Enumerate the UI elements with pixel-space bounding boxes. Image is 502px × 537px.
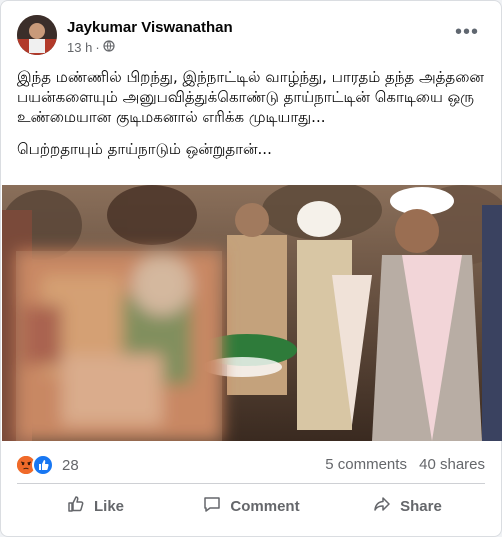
like-icon [32, 454, 54, 476]
share-label: Share [400, 497, 442, 515]
comment-button[interactable]: Comment [173, 488, 329, 524]
share-button[interactable]: Share [329, 488, 485, 524]
like-button[interactable]: Like [17, 488, 173, 524]
like-label: Like [93, 497, 124, 515]
author-name[interactable]: Jaykumar Viswanathan [67, 19, 233, 36]
more-options-icon[interactable]: ••• [455, 22, 479, 42]
divider [17, 483, 485, 484]
engagement-stats: 5 comments 40 shares [317, 456, 485, 473]
post-paragraph-1: இந்த மண்ணில் பிறந்து, இந்நாட்டில் வாழ்ந்… [17, 68, 484, 126]
comment-icon [202, 494, 222, 518]
post-paragraph-2: பெற்றதாயும் தாய்நாடும் ஒன்றுதான்... [17, 140, 272, 158]
reaction-count: 28 [62, 456, 79, 474]
post-text: இந்த மண்ணில் பிறந்து, இந்நாட்டில் வாழ்ந்… [17, 67, 487, 171]
post-card: Jaykumar Viswanathan 13 h · ••• இந்த மண்… [0, 0, 502, 537]
avatar[interactable] [17, 15, 57, 55]
post-actions: Like Comment Share [17, 488, 485, 524]
post-meta: 13 h · [67, 40, 115, 55]
globe-icon [103, 40, 115, 55]
post-photo[interactable] [2, 185, 502, 441]
post-time[interactable]: 13 h [67, 40, 92, 55]
comment-label: Comment [230, 497, 300, 515]
shares-count-link[interactable]: 40 shares [419, 456, 485, 473]
reactions-summary[interactable]: 28 [17, 454, 79, 476]
comments-count-link[interactable]: 5 comments [325, 456, 407, 473]
thumbs-up-icon [66, 494, 86, 518]
share-icon [372, 494, 392, 518]
